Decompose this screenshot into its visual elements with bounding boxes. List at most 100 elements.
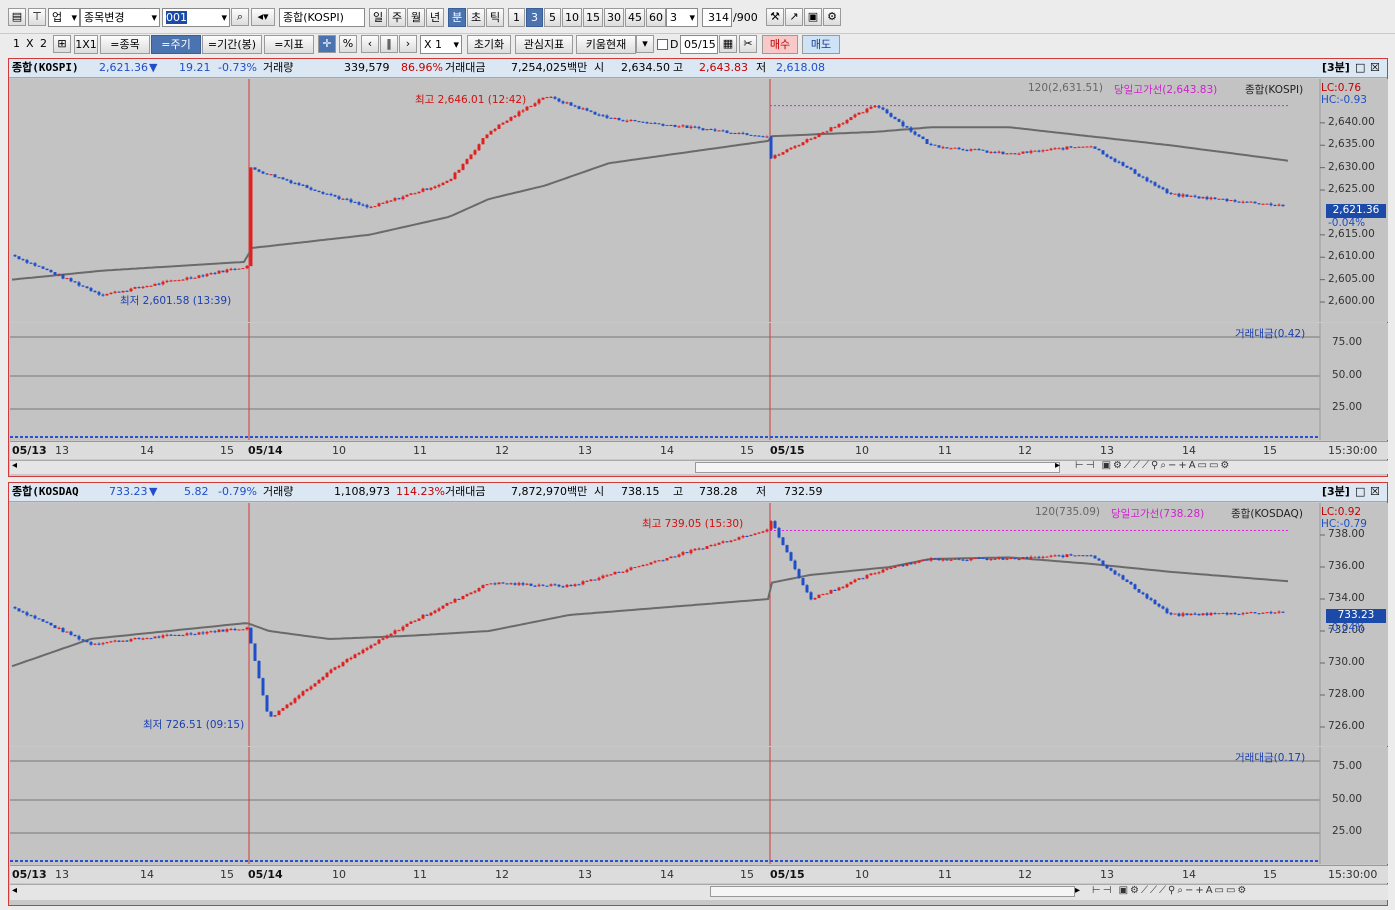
market-select[interactable]: 업 ▾ (48, 8, 80, 27)
pin-icon[interactable]: ⊤ (28, 8, 46, 26)
kosdaq-candle-up (761, 531, 765, 533)
search-icon[interactable]: ⌕ (231, 8, 249, 26)
kosdaq-candle-up (1209, 613, 1213, 616)
kospi-amount-plot[interactable]: 거래대금(0.42) 75.00 50.00 25.00 (10, 323, 1388, 440)
kosdaq-tool-icons[interactable]: ⊢⊣ ▣⚙⟋⟋⟋⚲⌕−+A▭▭⚙ (1092, 885, 1248, 896)
interval-5-button[interactable]: 5 (544, 8, 561, 27)
interval-10-button[interactable]: 10 (562, 8, 582, 27)
kosdaq-candle-down (457, 598, 461, 600)
kosdaq-amount-plot[interactable]: 거래대금(0.17) 75.00 50.00 25.00 (10, 747, 1388, 864)
kospi-down-icon: ▼ (149, 61, 158, 74)
interval-15-button[interactable]: 15 (583, 8, 603, 27)
save-icon[interactable]: ▣ (804, 8, 822, 26)
interest-indicator-button[interactable]: 관심지표 (515, 35, 573, 54)
kosdaq-candle-down (1117, 574, 1121, 576)
d-checkbox[interactable] (657, 39, 668, 50)
date-input[interactable]: 05/15 (680, 35, 718, 54)
sync-stock-button[interactable]: =종목 (100, 35, 150, 54)
interval-3-button[interactable]: 3 (526, 8, 543, 27)
kosdaq-price-plot[interactable]: 120(735.09) 당일고가선(738.28) 종합(KOSDAQ) LC:… (10, 503, 1388, 746)
interval-45-button[interactable]: 45 (625, 8, 645, 27)
period-year-button[interactable]: 년 (426, 8, 444, 27)
buy-button[interactable]: 매수 (762, 35, 798, 54)
interval-30-button[interactable]: 30 (604, 8, 624, 27)
layout-1-label[interactable]: 1 (13, 37, 20, 50)
kosdaq-maximize-icon[interactable]: □ (1355, 483, 1365, 501)
kosdaq-x-tick: 11 (413, 868, 427, 881)
kosdaq-candle-up (245, 627, 249, 630)
interval-1-button[interactable]: 1 (508, 8, 525, 27)
kosdaq-y-tick: 730.00 (1328, 656, 1365, 668)
scroll-right-icon[interactable]: ▸ (1055, 460, 1060, 471)
kosdaq-scrollbar[interactable]: ◂ ▸ ⊢⊣ ▣⚙⟋⟋⟋⚲⌕−+A▭▭⚙ (10, 884, 1388, 900)
kosdaq-candle-down (213, 631, 217, 633)
kospi-candle-down (993, 152, 997, 154)
kosdaq-candle-down (685, 552, 689, 554)
kospi-candle-up (1249, 201, 1253, 203)
kospi-candle-down (41, 266, 45, 269)
sync-indicator-button[interactable]: =지표 (264, 35, 314, 54)
kosdaq-candle-down (21, 611, 25, 613)
kospi-candle-down (73, 281, 77, 283)
interval-select[interactable]: 3 ▾ (666, 8, 698, 27)
kosdaq-candle-up (753, 533, 757, 535)
stock-change-select[interactable]: 종목변경 ▾ (80, 8, 160, 27)
kospi-chart-panel: 종합(KOSPI) 2,621.36 ▼ 19.21 -0.73% 거래량 33… (8, 58, 1388, 477)
scroll-left-icon[interactable]: ◂ (12, 460, 17, 471)
gear-icon[interactable]: ⚙ (823, 8, 841, 26)
kospi-scroll-thumb[interactable] (695, 462, 1060, 473)
percent-button[interactable]: % (339, 35, 357, 53)
crosshair-icon[interactable]: ✛ (318, 35, 336, 53)
kospi-price-plot[interactable]: 120(2,631.51) 당일고가선(2,643.83) 종합(KOSPI) … (10, 79, 1388, 322)
layout-1x1-button[interactable]: 1X1 (74, 35, 98, 54)
kospi-tool-icons[interactable]: ⊢⊣ ▣⚙⟋⟋⟋⚲⌕−+A▭▭⚙ (1075, 460, 1231, 471)
prev-icon[interactable]: ‹ (361, 35, 379, 53)
reset-button[interactable]: 초기화 (467, 35, 511, 54)
grid-icon[interactable]: ⊞ (53, 35, 71, 53)
period-week-button[interactable]: 주 (388, 8, 406, 27)
kospi-x-tick: 12 (1018, 444, 1032, 457)
count-input[interactable]: 314 (702, 8, 732, 27)
kospi-scrollbar[interactable]: ◂ ▸ ⊢⊣ ▣⚙⟋⟋⟋⚲⌕−+A▭▭⚙ (10, 460, 1388, 474)
kosdaq-candle-up (345, 659, 349, 663)
code-input[interactable]: 001 ▾ (162, 8, 230, 27)
kospi-amount-label: 거래대금 (445, 61, 486, 74)
pause-icon[interactable]: ‖ (380, 35, 398, 53)
sync-period-button[interactable]: =주기 (151, 35, 201, 54)
kosdaq-x-tick: 11 (938, 868, 952, 881)
trend-icon[interactable]: ↗ (785, 8, 803, 26)
kospi-candle-up (777, 154, 781, 156)
chart-tools-icon[interactable]: ⚒ (766, 8, 784, 26)
period-second-button[interactable]: 초 (467, 8, 485, 27)
period-day-button[interactable]: 일 (369, 8, 387, 27)
next-icon[interactable]: › (399, 35, 417, 53)
period-tick-button[interactable]: 틱 (486, 8, 504, 27)
layout-x-label[interactable]: X (26, 37, 34, 50)
scissors-icon[interactable]: ✂ (739, 35, 757, 53)
kosdaq-close-icon[interactable]: ☒ (1370, 483, 1380, 501)
kiwoom-current-button[interactable]: 키움현재 (576, 35, 636, 54)
zoom-select[interactable]: X 1 ▾ (420, 35, 462, 54)
sell-button[interactable]: 매도 (802, 35, 840, 54)
period-month-button[interactable]: 월 (407, 8, 425, 27)
sound-icon[interactable]: ◂▾ (251, 8, 275, 26)
kosdaq-scroll-thumb[interactable] (710, 886, 1075, 897)
kosdaq-amount-legend: 거래대금(0.17) (1235, 752, 1306, 764)
kospi-close-icon[interactable]: ☒ (1370, 59, 1380, 77)
calendar-icon[interactable]: ▦ (719, 35, 737, 53)
interval-60-button[interactable]: 60 (646, 8, 666, 27)
kiwoom-dropdown-icon[interactable]: ▾ (636, 35, 654, 53)
kosdaq-candle-down (1129, 581, 1133, 585)
kospi-maximize-icon[interactable]: □ (1355, 59, 1365, 77)
kospi-candle-up (853, 114, 857, 118)
layout-2-label[interactable]: 2 (40, 37, 47, 50)
kosdaq-candle-up (1273, 612, 1277, 614)
sync-range-button[interactable]: =기간(봉) (202, 35, 262, 54)
scroll-left-icon[interactable]: ◂ (12, 885, 17, 896)
period-minute-button[interactable]: 분 (448, 8, 466, 27)
kosdaq-candle-up (241, 629, 245, 631)
kosdaq-candle-up (1173, 613, 1177, 615)
scroll-right-icon[interactable]: ▸ (1075, 885, 1080, 896)
kosdaq-x-tick: 05/15 (770, 868, 805, 881)
window-layout-icon[interactable]: ▤ (8, 8, 26, 26)
